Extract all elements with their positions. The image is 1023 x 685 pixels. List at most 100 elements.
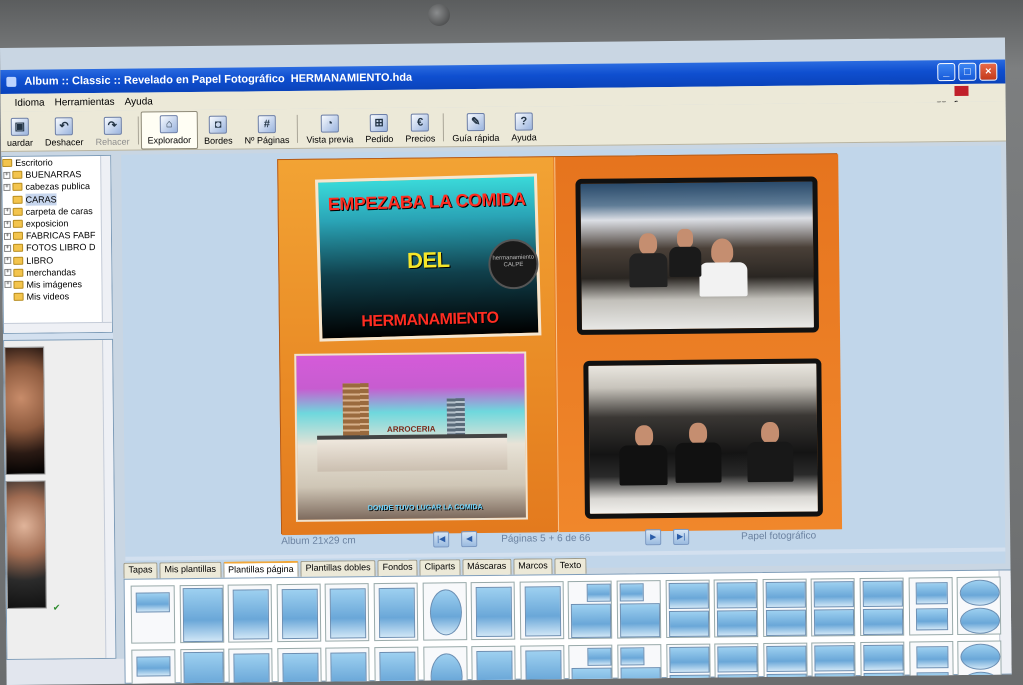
tab-plantillas-pagina[interactable]: Plantillas página — [222, 560, 299, 578]
expand-icon[interactable]: + — [4, 269, 12, 277]
folder-icon — [13, 292, 24, 302]
crowd-photo-top[interactable] — [575, 176, 820, 335]
tree-item[interactable]: + BUENARRAS — [2, 168, 110, 181]
page-template[interactable] — [665, 579, 710, 639]
page-template[interactable] — [422, 582, 467, 641]
expand-icon[interactable]: + — [3, 232, 12, 240]
tree-horizontal-scrollbar[interactable] — [3, 321, 112, 333]
expand-icon[interactable]: + — [3, 171, 11, 179]
next-page-button[interactable]: ▶ — [645, 529, 662, 546]
page-template[interactable] — [276, 583, 322, 643]
undo-button[interactable]: ↶ Deshacer — [39, 112, 90, 151]
tree-item[interactable]: + carpeta de caras — [3, 205, 111, 218]
page-template[interactable] — [470, 581, 516, 641]
menu-ayuda[interactable]: Ayuda — [125, 96, 153, 107]
borders-button[interactable]: ◘ Bordes — [198, 111, 239, 149]
last-page-button[interactable]: ▶| — [673, 528, 690, 545]
save-button[interactable]: ▣ uardar — [1, 113, 39, 151]
page-template[interactable] — [373, 582, 419, 642]
template-photo-slot — [136, 656, 171, 677]
redo-button[interactable]: ↷ Rehacer — [89, 112, 135, 150]
crowd-photo-bottom[interactable] — [583, 358, 823, 519]
tab-mascaras[interactable]: Máscaras — [462, 558, 512, 576]
page-template[interactable] — [520, 645, 565, 685]
tab-texto[interactable]: Texto — [554, 557, 587, 575]
explorer-button[interactable]: ⌂ Explorador — [140, 110, 199, 150]
page-template[interactable] — [325, 647, 371, 685]
page-template[interactable] — [762, 578, 808, 638]
tab-mis-plantillas[interactable]: Mis plantillas — [159, 561, 222, 579]
page-template[interactable] — [227, 584, 273, 643]
page-template[interactable] — [519, 581, 565, 640]
maximize-button[interactable]: □ — [958, 62, 977, 81]
template-photo-slot — [717, 646, 758, 673]
tree-vertical-scrollbar[interactable] — [100, 155, 112, 332]
page-template[interactable] — [422, 646, 468, 685]
page-template[interactable] — [810, 578, 856, 637]
tree-item[interactable]: + Mis imágenes — [3, 278, 111, 291]
page-spread[interactable]: EMPEZABA LA COMIDA DEL HERMANAMIENTO her… — [277, 153, 843, 536]
expand-icon[interactable]: + — [4, 256, 12, 265]
preview-button[interactable]: ◔ Vista previa — [300, 109, 359, 148]
page-template[interactable] — [568, 580, 613, 640]
page-template[interactable] — [179, 584, 224, 644]
page-template[interactable] — [859, 577, 905, 637]
tree-item[interactable]: + cabezas publica — [2, 180, 110, 193]
help-button[interactable]: ? Ayuda — [505, 107, 543, 145]
expand-icon[interactable]: + — [3, 208, 11, 216]
stylized-street-photo[interactable]: ARROCERIA DONDE TUVO LUGAR LA COMIDA — [294, 351, 528, 522]
tree-item-selected[interactable]: +CARAS — [3, 192, 111, 206]
expand-icon[interactable]: + — [4, 281, 12, 289]
tab-tapas[interactable]: Tapas — [123, 562, 158, 579]
folder-icon — [12, 231, 24, 241]
tree-item[interactable]: + FOTOS LIBRO D — [3, 241, 111, 254]
tree-item[interactable]: + LIBRO — [3, 253, 111, 266]
page-template[interactable] — [179, 648, 225, 685]
photo-thumbnail[interactable] — [4, 346, 46, 475]
prev-page-button[interactable]: ◀ — [461, 531, 478, 548]
euro-icon: € — [411, 113, 430, 132]
page-template[interactable] — [277, 647, 322, 685]
first-page-button[interactable]: |◀ — [433, 531, 450, 548]
right-page[interactable] — [554, 154, 843, 533]
thumbnails-scrollbar[interactable] — [102, 339, 116, 658]
page-template[interactable] — [325, 583, 370, 642]
left-page[interactable]: EMPEZABA LA COMIDA DEL HERMANAMIENTO her… — [278, 157, 558, 536]
expand-icon[interactable]: + — [4, 244, 12, 252]
title-line-1: EMPEZABA LA COMIDA — [327, 188, 526, 215]
tree-item[interactable]: + exposicion — [3, 217, 111, 230]
page-template[interactable] — [713, 579, 759, 638]
page-template[interactable] — [374, 646, 419, 685]
page-template[interactable] — [616, 580, 662, 639]
expand-icon[interactable]: + — [3, 183, 11, 191]
pages-button[interactable]: # Nº Páginas — [238, 110, 295, 149]
menu-herramientas[interactable]: Herramientas — [55, 96, 115, 108]
expand-icon[interactable]: + — [3, 220, 11, 228]
tab-fondos[interactable]: Fondos — [377, 559, 418, 577]
tab-plantillas-dobles[interactable]: Plantillas dobles — [300, 560, 376, 577]
menu-idioma[interactable]: Idioma — [15, 97, 45, 108]
template-photo-slot — [668, 646, 710, 674]
page-template[interactable] — [228, 648, 274, 685]
page-template[interactable] — [471, 645, 517, 685]
page-template[interactable] — [908, 577, 953, 636]
prices-button[interactable]: € Precios — [399, 108, 441, 146]
title-text-block[interactable]: EMPEZABA LA COMIDA DEL HERMANAMIENTO her… — [314, 173, 542, 342]
tree-item[interactable]: + merchandas — [3, 266, 111, 279]
tree-item[interactable]: +Mis videos — [4, 290, 112, 303]
template-photo-slot — [330, 588, 367, 639]
tab-cliparts[interactable]: Cliparts — [419, 559, 461, 576]
event-stamp: hermanamiento CALPE — [487, 238, 540, 290]
tree-item[interactable]: + FABRICAS FABF — [3, 229, 111, 242]
photo-thumbnail[interactable] — [5, 480, 47, 609]
order-button[interactable]: ⊞ Pedido — [359, 109, 399, 147]
tree-item-escritorio[interactable]: Escritorio — [2, 156, 110, 169]
minimize-button[interactable]: _ — [937, 62, 956, 82]
quick-guide-button[interactable]: ✎ Guía rápida — [446, 108, 505, 147]
close-button[interactable]: × — [979, 62, 998, 81]
page-template[interactable] — [131, 649, 176, 685]
page-templates-gallery — [123, 569, 1012, 685]
page-template[interactable] — [130, 585, 176, 644]
page-template[interactable] — [956, 576, 1002, 636]
tab-marcos[interactable]: Marcos — [513, 558, 553, 575]
